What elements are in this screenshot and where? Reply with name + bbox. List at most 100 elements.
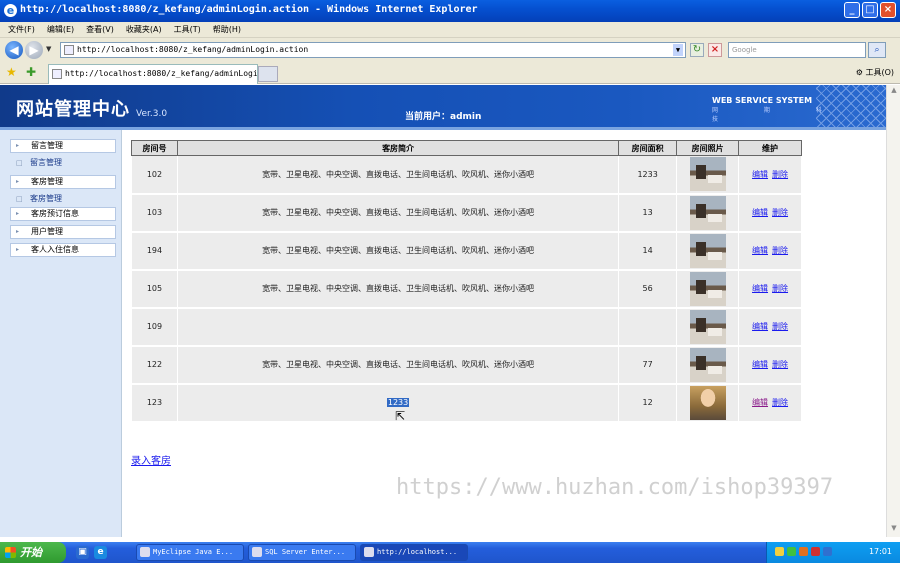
gear-icon: ⚙ [855,68,863,77]
menu-favorites[interactable]: 收藏夹(A) [126,24,162,35]
table-row: 105 宽带、卫星电视、中央空调、直拨电话、卫生间电话机、吹风机、迷你小酒吧 56 编… [131,269,802,309]
vertical-scrollbar[interactable]: ▲ ▼ [886,85,900,537]
room-description: 宽带、卫星电视、中央空调、直拨电话、卫生间电话机、吹风机、迷你小酒吧 [262,360,535,369]
room-photo-cell [676,269,740,309]
add-room-link[interactable]: 录入客房 [131,452,171,467]
room-photo[interactable] [689,271,726,306]
forward-button[interactable]: ▶ [25,41,43,59]
version-label: Ver.3.0 [136,109,168,119]
actions-cell: 编辑 删除 [738,269,802,309]
room-photo[interactable] [689,233,726,268]
room-number: 123 [131,383,178,423]
page-viewport: 网站管理中心 Ver.3.0 当前用户：admin WEB SERVICE SY… [0,85,886,537]
column-header: 客房简介 [176,140,620,156]
tab-bar: ★ ✚ http://localhost:8080/z_kefang/admin… [0,62,900,84]
minimize-button[interactable]: _ [844,2,860,18]
address-input[interactable]: http://localhost:8080/z_kefang/adminLogi… [60,42,686,58]
history-dropdown-icon[interactable]: ▼ [46,45,51,53]
delete-link[interactable]: 删除 [772,170,788,179]
rooms-table: 房间号 客房简介 房间面积 房间照片 维护 102 宽带、卫星电视、中央空调、直拨… [131,140,802,423]
refresh-icon[interactable]: ↻ [690,43,704,57]
add-favorite-icon[interactable]: ✚ [26,65,36,79]
close-button[interactable]: × [880,2,896,18]
sidebar-link-messages[interactable]: □ 留言管理 [10,156,116,170]
sidebar-item-checkins[interactable]: ▸ 客人入住信息 [10,243,116,257]
tray-icon[interactable] [811,547,820,556]
tray-icon[interactable] [823,547,832,556]
delete-link[interactable]: 删除 [772,398,788,407]
room-photo[interactable] [689,309,726,344]
search-input[interactable]: Google [728,42,866,58]
current-user: 当前用户：admin [405,112,482,122]
maximize-button[interactable]: □ [862,2,878,18]
taskbar-task-sqlserver[interactable]: SQL Server Enter... [248,544,356,561]
sidebar-item-bookings[interactable]: ▸ 客房预订信息 [10,207,116,221]
actions-cell: 编辑 删除 [738,155,802,195]
room-description-cell: 宽带、卫星电视、中央空调、直拨电话、卫生间电话机、吹风机、迷你小酒吧 [176,269,620,309]
edit-link[interactable]: 编辑 [752,398,768,407]
new-tab-button[interactable] [258,66,278,82]
ie-quicklaunch-icon[interactable]: e [94,546,107,559]
favorites-star-icon[interactable]: ★ [6,65,17,79]
menu-view[interactable]: 查看(V) [86,24,114,35]
bullet-icon: □ [16,159,23,167]
delete-link[interactable]: 删除 [772,360,788,369]
room-area: 12 [618,383,678,423]
selected-text[interactable]: 1233 [386,398,410,407]
edit-link[interactable]: 编辑 [752,322,768,331]
delete-link[interactable]: 删除 [772,322,788,331]
room-number: 103 [131,193,178,233]
stop-icon[interactable]: × [708,43,722,57]
taskbar-task-ie[interactable]: http://localhost... [360,544,468,561]
delete-link[interactable]: 删除 [772,284,788,293]
tray-icon[interactable] [799,547,808,556]
room-photo[interactable] [689,347,726,382]
address-dropdown-icon[interactable]: ▼ [673,44,683,56]
show-desktop-icon[interactable]: ▣ [76,546,89,559]
tray-icon[interactable] [787,547,796,556]
table-row: 109 编辑 删除 [131,307,802,347]
menu-file[interactable]: 文件(F) [8,24,35,35]
edit-link[interactable]: 编辑 [752,284,768,293]
room-number: 105 [131,269,178,309]
tools-label: 工具(O) [865,68,894,77]
site-title: 网站管理中心 [16,99,130,120]
tools-button[interactable]: ⚙ 工具(O) [856,67,894,78]
scroll-up-icon[interactable]: ▲ [888,86,900,98]
menu-edit[interactable]: 编辑(E) [47,24,74,35]
room-area: 77 [618,345,678,385]
sidebar-item-users[interactable]: ▸ 用户管理 [10,225,116,239]
menu-help[interactable]: 帮助(H) [213,24,241,35]
back-button[interactable]: ◀ [5,41,23,59]
menu-bar: 文件(F) 编辑(E) 查看(V) 收藏夹(A) 工具(T) 帮助(H) [0,22,900,38]
room-photo[interactable] [689,385,726,420]
edit-link[interactable]: 编辑 [752,246,768,255]
tray-icon[interactable] [775,547,784,556]
sidebar-item-rooms[interactable]: ▸ 客房管理 [10,175,116,189]
tab-label: http://localhost:8080/z_kefang/adminLogi… [65,69,258,78]
sidebar-link-rooms[interactable]: □ 客房管理 [10,192,116,206]
start-button[interactable]: 开始 [0,542,66,563]
search-icon[interactable]: ⌕ [868,42,886,58]
menu-tools[interactable]: 工具(T) [174,24,201,35]
delete-link[interactable]: 删除 [772,246,788,255]
room-photo-cell [676,383,740,423]
bullet-icon: ▸ [16,178,20,185]
ie-task-icon [364,547,374,557]
scroll-down-icon[interactable]: ▼ [888,524,900,536]
taskbar-task-myeclipse[interactable]: MyEclipse Java E... [136,544,244,561]
sidebar-item-messages[interactable]: ▸ 留言管理 [10,139,116,153]
delete-link[interactable]: 删除 [772,208,788,217]
room-photo[interactable] [689,157,726,192]
column-header: 维护 [738,140,802,156]
actions-cell: 编辑 删除 [738,231,802,271]
bullet-icon: □ [16,195,23,203]
browser-tab[interactable]: http://localhost:8080/z_kefang/adminLogi… [48,64,258,84]
edit-link[interactable]: 编辑 [752,208,768,217]
edit-link[interactable]: 编辑 [752,170,768,179]
edit-link[interactable]: 编辑 [752,360,768,369]
sqlserver-icon [252,547,262,557]
room-description-cell [176,307,620,347]
room-photo[interactable] [689,195,726,230]
taskbar: 开始 ▣ e MyEclipse Java E... SQL Server En… [0,542,900,563]
